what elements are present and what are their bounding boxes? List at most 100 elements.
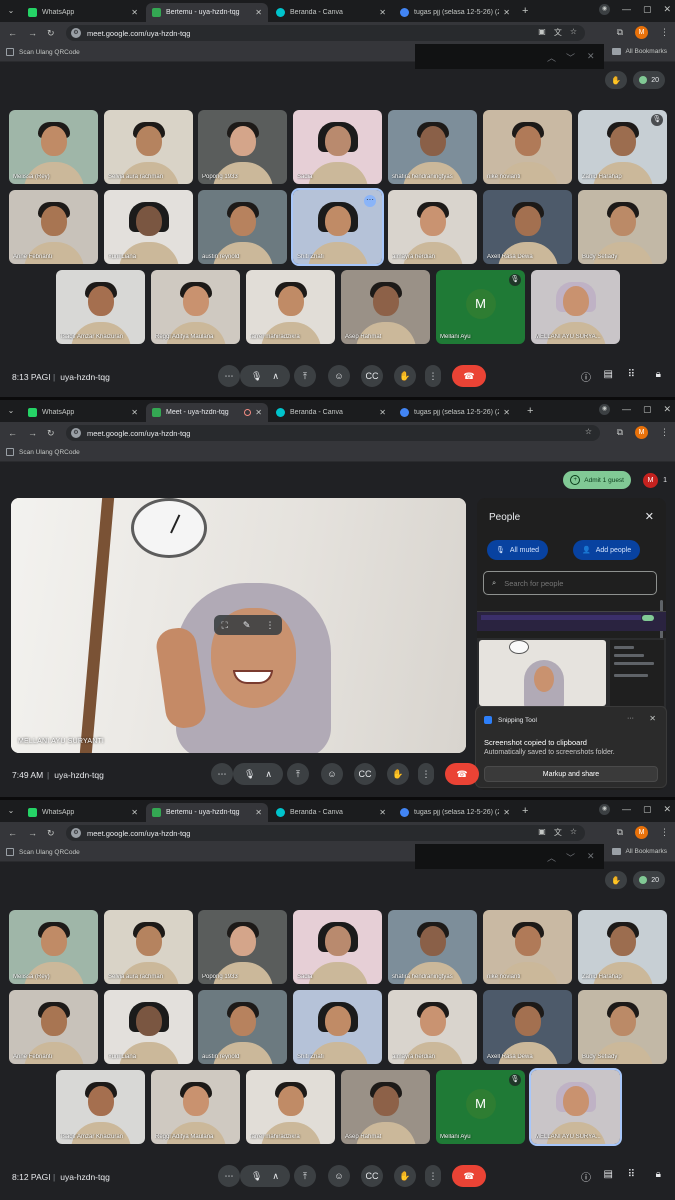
- raise-hand-button[interactable]: ✋: [387, 763, 409, 785]
- site-info-icon[interactable]: ⚙: [71, 428, 81, 438]
- activities-icon[interactable]: ⠿: [628, 1169, 635, 1180]
- profile-avatar[interactable]: M: [635, 426, 648, 439]
- host-controls-icon[interactable]: 🔒︎: [656, 1169, 661, 1180]
- participant-count[interactable]: 20: [633, 71, 665, 89]
- bookmark-star-icon[interactable]: ☆: [585, 427, 592, 436]
- activities-icon[interactable]: ⠿: [628, 369, 635, 380]
- close-tab-icon[interactable]: ✕: [131, 408, 138, 417]
- raise-hand-button[interactable]: ✋: [394, 365, 416, 387]
- more-options-icon[interactable]: ⋯: [211, 763, 233, 785]
- mic-icon[interactable]: 🎙︎: [244, 769, 255, 780]
- participant-tile[interactable]: MELLANI AYU SURYA...: [531, 270, 620, 344]
- chevron-down-icon[interactable]: ﹀: [566, 851, 575, 864]
- participant-tile[interactable]: MELLANI AYU SURYA...: [529, 1068, 622, 1146]
- participant-tile[interactable]: Reggi Aditya Maulana: [151, 1070, 240, 1144]
- more-options-icon[interactable]: ⋯: [218, 1165, 240, 1187]
- forward-icon[interactable]: →: [28, 27, 37, 39]
- chat-icon[interactable]: ▤: [604, 369, 613, 380]
- chevron-up-icon[interactable]: ∧: [272, 371, 279, 382]
- participant-tile[interactable]: Sadia: [293, 110, 382, 184]
- all-bookmarks-button[interactable]: All Bookmarks: [612, 48, 667, 55]
- captions-button[interactable]: CC: [361, 365, 383, 387]
- tab-whatsapp[interactable]: WhatsApp ✕: [22, 403, 144, 422]
- chevron-down-icon[interactable]: ﹀: [566, 51, 575, 64]
- participant-tile[interactable]: Asep Rahmat: [341, 1070, 430, 1144]
- close-tab-icon[interactable]: ✕: [503, 808, 510, 817]
- emoji-button[interactable]: ☺: [321, 763, 343, 785]
- participant-tile[interactable]: Anne Febrianti: [9, 190, 98, 264]
- chevron-up-icon[interactable]: ∧: [265, 769, 272, 780]
- back-icon[interactable]: ←: [8, 427, 17, 439]
- admit-guest-button[interactable]: + Admit 1 guest: [563, 471, 631, 489]
- participant-tile[interactable]: Selvia aura rachman: [104, 910, 193, 984]
- bookmark-item[interactable]: Scan Ulang QRCode: [6, 448, 80, 456]
- browser-menu-icon[interactable]: ⋮: [660, 27, 669, 38]
- chevron-up-icon[interactable]: ︿: [547, 851, 556, 864]
- participant-tile[interactable]: Asep Rahmat: [341, 270, 430, 344]
- info-icon[interactable]: ⓘ: [581, 369, 591, 384]
- extensions-icon[interactable]: ⧉: [617, 427, 623, 438]
- participant-tile[interactable]: farrel mahiradzikra: [246, 1070, 335, 1144]
- more-actions-button[interactable]: ⋮: [425, 1165, 441, 1187]
- participant-tile[interactable]: Yuni Liana: [104, 990, 193, 1064]
- tab-tugas[interactable]: tugas pjj (selasa 12-5-26) (29 x✕: [394, 403, 516, 422]
- participant-tile[interactable]: nike novianti: [483, 910, 572, 984]
- maximize-icon[interactable]: ▢: [643, 404, 652, 415]
- main-speaker-video[interactable]: ⛶ ✎ ⋮ MELLANI AYU SURYANTI: [11, 498, 466, 753]
- participant-tile[interactable]: Popong 1933: [198, 910, 287, 984]
- chevron-up-icon[interactable]: ︿: [547, 51, 556, 64]
- end-call-button[interactable]: ☎: [452, 1165, 486, 1187]
- tab-search-icon[interactable]: ⌄: [5, 805, 17, 817]
- participant-tile[interactable]: Budy Setiady: [578, 190, 667, 264]
- participant-count[interactable]: 20: [633, 871, 665, 889]
- browser-menu-icon[interactable]: ⋮: [660, 427, 669, 438]
- tab-search-icon[interactable]: ⌄: [5, 5, 17, 17]
- participant-count[interactable]: M1: [643, 471, 667, 489]
- camera-permission-icon[interactable]: ▣: [538, 827, 546, 838]
- present-button[interactable]: ⤒: [294, 365, 316, 387]
- participant-tile[interactable]: Reggi Aditya Maulana: [151, 270, 240, 344]
- captions-button[interactable]: CC: [354, 763, 376, 785]
- tab-meet[interactable]: Bertemu - uya-hzdn-tqg ✕: [146, 3, 268, 22]
- tab-search-icon[interactable]: ⌄: [5, 405, 17, 417]
- new-tab-icon[interactable]: +: [522, 805, 528, 817]
- bookmark-star-icon[interactable]: ☆: [570, 27, 577, 38]
- tab-whatsapp[interactable]: WhatsApp ✕: [22, 803, 144, 822]
- minimize-icon[interactable]: —: [622, 404, 631, 415]
- emoji-button[interactable]: ☺: [328, 365, 350, 387]
- more-actions-button[interactable]: ⋮: [425, 365, 441, 387]
- site-info-icon[interactable]: ⚙: [71, 828, 81, 838]
- participant-tile[interactable]: Yuni Liana: [104, 190, 193, 264]
- url-field[interactable]: ⚙ meet.google.com/uya-hzdn-tqg ☆: [66, 425, 600, 441]
- reload-icon[interactable]: ↻: [47, 427, 55, 439]
- close-icon[interactable]: ✕: [649, 714, 656, 723]
- host-controls-icon[interactable]: 🔒︎: [656, 369, 661, 380]
- close-tab-icon[interactable]: ✕: [379, 8, 386, 17]
- participant-tile[interactable]: Axell Rasa Dewa: [483, 990, 572, 1064]
- minimize-icon[interactable]: —: [622, 4, 631, 15]
- more-actions-button[interactable]: ⋮: [418, 763, 434, 785]
- end-call-button[interactable]: ☎: [452, 365, 486, 387]
- extensions-icon[interactable]: ⧉: [617, 827, 623, 838]
- forward-icon[interactable]: →: [28, 427, 37, 439]
- close-tab-icon[interactable]: ✕: [255, 408, 262, 417]
- more-options-icon[interactable]: ⋮: [265, 620, 274, 631]
- tab-canva[interactable]: Beranda - Canva ✕: [270, 3, 392, 22]
- new-tab-icon[interactable]: +: [522, 5, 528, 17]
- end-call-button[interactable]: ☎: [445, 763, 479, 785]
- participant-tile[interactable]: Shiti Zhafi: [293, 990, 382, 1064]
- profile-avatar[interactable]: M: [635, 26, 648, 39]
- close-icon[interactable]: ✕: [587, 51, 595, 62]
- profile-icon[interactable]: ◉: [598, 804, 610, 815]
- more-options-icon[interactable]: ⋯: [218, 365, 240, 387]
- forward-icon[interactable]: →: [28, 827, 37, 839]
- hand-off-icon[interactable]: ✋: [605, 71, 628, 89]
- all-muted-button[interactable]: 🎙 All muted: [487, 540, 549, 560]
- hand-off-icon[interactable]: ✋: [605, 871, 628, 889]
- bookmark-item[interactable]: Scan Ulang QRCode: [6, 848, 80, 856]
- participant-tile[interactable]: farrel mahiradzikra: [246, 270, 335, 344]
- close-icon[interactable]: ✕: [645, 510, 654, 523]
- chat-icon[interactable]: ▤: [604, 1169, 613, 1180]
- site-info-icon[interactable]: ⚙: [71, 28, 81, 38]
- profile-icon[interactable]: ◉: [598, 404, 610, 415]
